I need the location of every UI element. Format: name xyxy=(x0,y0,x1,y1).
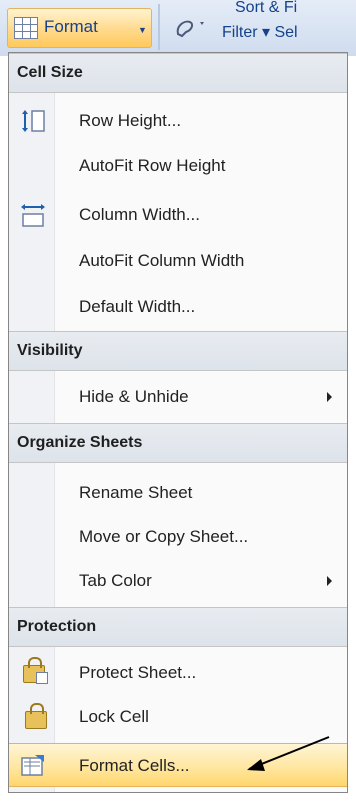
menu-item-default-width[interactable]: Default Width... xyxy=(9,285,347,329)
section-header-cell-size: Cell Size xyxy=(9,53,347,93)
sort-filter-label[interactable]: Sort & Fi xyxy=(235,0,297,16)
menu-item-label: Move or Copy Sheet... xyxy=(79,527,249,546)
section-header-organize-sheets: Organize Sheets xyxy=(9,423,347,463)
section-header-label: Visibility xyxy=(17,342,83,359)
ribbon: Format ▼ Sort & Fi Filter ▾ Sel xyxy=(0,0,356,56)
menu-item-label: Hide & Unhide xyxy=(79,387,189,406)
menu-item-row-height[interactable]: Row Height... xyxy=(9,99,347,143)
submenu-arrow-icon xyxy=(327,576,332,586)
menu-item-hide-unhide[interactable]: Hide & Unhide xyxy=(9,375,347,419)
menu-item-protect-sheet[interactable]: Protect Sheet... xyxy=(9,651,347,695)
annotation-arrow-icon xyxy=(247,736,330,771)
menu-item-move-copy-sheet[interactable]: Move or Copy Sheet... xyxy=(9,515,347,559)
ribbon-separator xyxy=(158,4,160,50)
menu-item-label: Tab Color xyxy=(79,571,152,590)
section-header-label: Protection xyxy=(17,618,97,635)
section-header-label: Organize Sheets xyxy=(17,434,143,451)
chevron-down-icon: ▼ xyxy=(138,25,147,35)
format-dropdown-menu: Cell Size Row Height... AutoFit Row Heig… xyxy=(8,52,348,793)
menu-item-label: Protect Sheet... xyxy=(79,663,197,682)
menu-item-label: Format Cells... xyxy=(79,756,190,775)
clear-eraser-icon[interactable] xyxy=(172,12,210,42)
menu-item-label: Rename Sheet xyxy=(79,483,193,502)
format-grid-icon xyxy=(14,17,38,39)
menu-item-autofit-column-width[interactable]: AutoFit Column Width xyxy=(9,239,347,283)
padlock-icon xyxy=(25,703,47,729)
filter-select-label[interactable]: Filter ▾ Sel xyxy=(222,22,298,42)
menu-item-label: AutoFit Column Width xyxy=(79,251,245,270)
section-header-label: Cell Size xyxy=(17,64,83,81)
format-button-label: Format xyxy=(44,17,98,36)
format-button[interactable]: Format ▼ xyxy=(7,8,152,48)
menu-item-label: Row Height... xyxy=(79,111,182,130)
menu-item-autofit-row-height[interactable]: AutoFit Row Height xyxy=(9,144,347,188)
menu-item-label: AutoFit Row Height xyxy=(79,156,226,175)
row-height-icon xyxy=(19,107,47,135)
menu-item-rename-sheet[interactable]: Rename Sheet xyxy=(9,471,347,515)
menu-item-tab-color[interactable]: Tab Color xyxy=(9,559,347,603)
section-header-visibility: Visibility xyxy=(9,331,347,371)
menu-item-label: Lock Cell xyxy=(79,707,149,726)
section-header-protection: Protection xyxy=(9,607,347,647)
sheet-badge-icon xyxy=(36,672,48,684)
submenu-arrow-icon xyxy=(327,392,332,402)
menu-item-column-width[interactable]: Column Width... xyxy=(9,193,347,237)
lock-cell-icon xyxy=(19,703,47,731)
protect-sheet-lock-icon xyxy=(19,657,48,687)
menu-item-label: Default Width... xyxy=(79,297,196,316)
menu-item-label: Column Width... xyxy=(79,205,200,224)
column-width-icon xyxy=(19,201,47,229)
format-cells-icon xyxy=(19,752,47,780)
